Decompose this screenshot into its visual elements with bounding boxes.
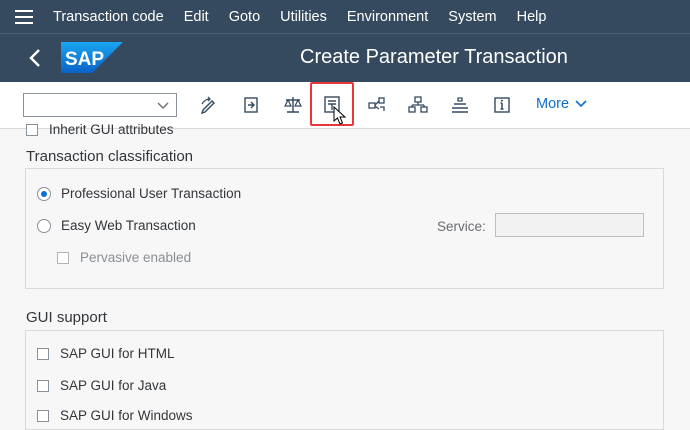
menu-bar: Transaction code Edit Goto Utilities Env… <box>0 0 690 33</box>
easy-web-label: Easy Web Transaction <box>61 218 196 233</box>
chevron-left-icon <box>29 49 40 67</box>
balance-scale-icon <box>284 97 302 113</box>
gui-java-row[interactable]: SAP GUI for Java <box>37 378 166 393</box>
command-field[interactable] <box>23 93 177 117</box>
gui-support-title: GUI support <box>26 309 107 326</box>
gui-java-label: SAP GUI for Java <box>60 378 167 393</box>
sap-logo: SAP <box>61 42 123 73</box>
more-label: More <box>536 96 570 112</box>
display-change-button[interactable] <box>196 92 222 118</box>
gui-html-label: SAP GUI for HTML <box>60 346 175 361</box>
export-icon <box>244 97 258 113</box>
display-change-icon <box>200 96 215 115</box>
stacked-layers-icon <box>452 97 468 113</box>
menu-system[interactable]: System <box>448 9 496 25</box>
sap-logo-text: SAP <box>65 49 104 70</box>
hierarchy-icon <box>408 96 428 113</box>
menu-edit[interactable]: Edit <box>184 9 209 25</box>
inherit-gui-checkbox[interactable] <box>26 123 38 136</box>
menu-help[interactable]: Help <box>517 9 547 25</box>
info-icon <box>494 97 510 113</box>
gui-windows-checkbox[interactable] <box>37 409 49 422</box>
pervasive-row: Pervasive enabled <box>57 250 191 265</box>
check-button[interactable] <box>280 92 306 118</box>
where-used-button[interactable] <box>364 92 390 118</box>
service-input[interactable] <box>495 213 644 237</box>
more-button[interactable]: More <box>536 96 587 112</box>
pervasive-label: Pervasive enabled <box>80 250 192 265</box>
page-title: Create Parameter Transaction <box>300 46 568 68</box>
mouse-cursor-icon <box>333 106 347 125</box>
easy-web-radio[interactable] <box>37 218 51 233</box>
easy-web-row[interactable]: Easy Web Transaction <box>37 218 196 233</box>
info-button[interactable] <box>489 92 515 118</box>
gui-windows-label: SAP GUI for Windows <box>60 408 193 423</box>
navigate-objects-icon <box>368 97 385 111</box>
menu-environment[interactable]: Environment <box>347 9 428 25</box>
gui-java-checkbox[interactable] <box>37 379 49 392</box>
inherit-gui-label: Inherit GUI attributes <box>49 122 174 137</box>
transaction-classification-title: Transaction classification <box>26 148 194 165</box>
export-button[interactable] <box>238 92 264 118</box>
gui-html-row[interactable]: SAP GUI for HTML <box>37 346 175 361</box>
gui-html-checkbox[interactable] <box>37 347 49 360</box>
menu-transaction-code[interactable]: Transaction code <box>53 9 164 25</box>
chevron-down-icon <box>575 100 587 108</box>
professional-user-row[interactable]: Professional User Transaction <box>37 186 241 201</box>
inherit-gui-row: Inherit GUI attributes <box>26 122 174 137</box>
title-bar: SAP Create Parameter Transaction <box>0 33 690 83</box>
chevron-down-icon[interactable] <box>156 98 170 112</box>
back-button[interactable] <box>22 44 48 72</box>
gui-windows-row[interactable]: SAP GUI for Windows <box>37 408 193 423</box>
professional-user-radio[interactable] <box>37 186 51 201</box>
main-content: Inherit GUI attributes Transaction class… <box>0 122 690 430</box>
menu-goto[interactable]: Goto <box>229 9 260 25</box>
service-label: Service: <box>437 219 486 234</box>
menu-utilities[interactable]: Utilities <box>280 9 327 25</box>
professional-user-label: Professional User Transaction <box>61 186 242 201</box>
layers-button[interactable] <box>447 92 473 118</box>
pervasive-checkbox <box>57 251 69 264</box>
hamburger-menu-icon[interactable] <box>15 9 33 24</box>
hierarchy-button[interactable] <box>405 92 431 118</box>
